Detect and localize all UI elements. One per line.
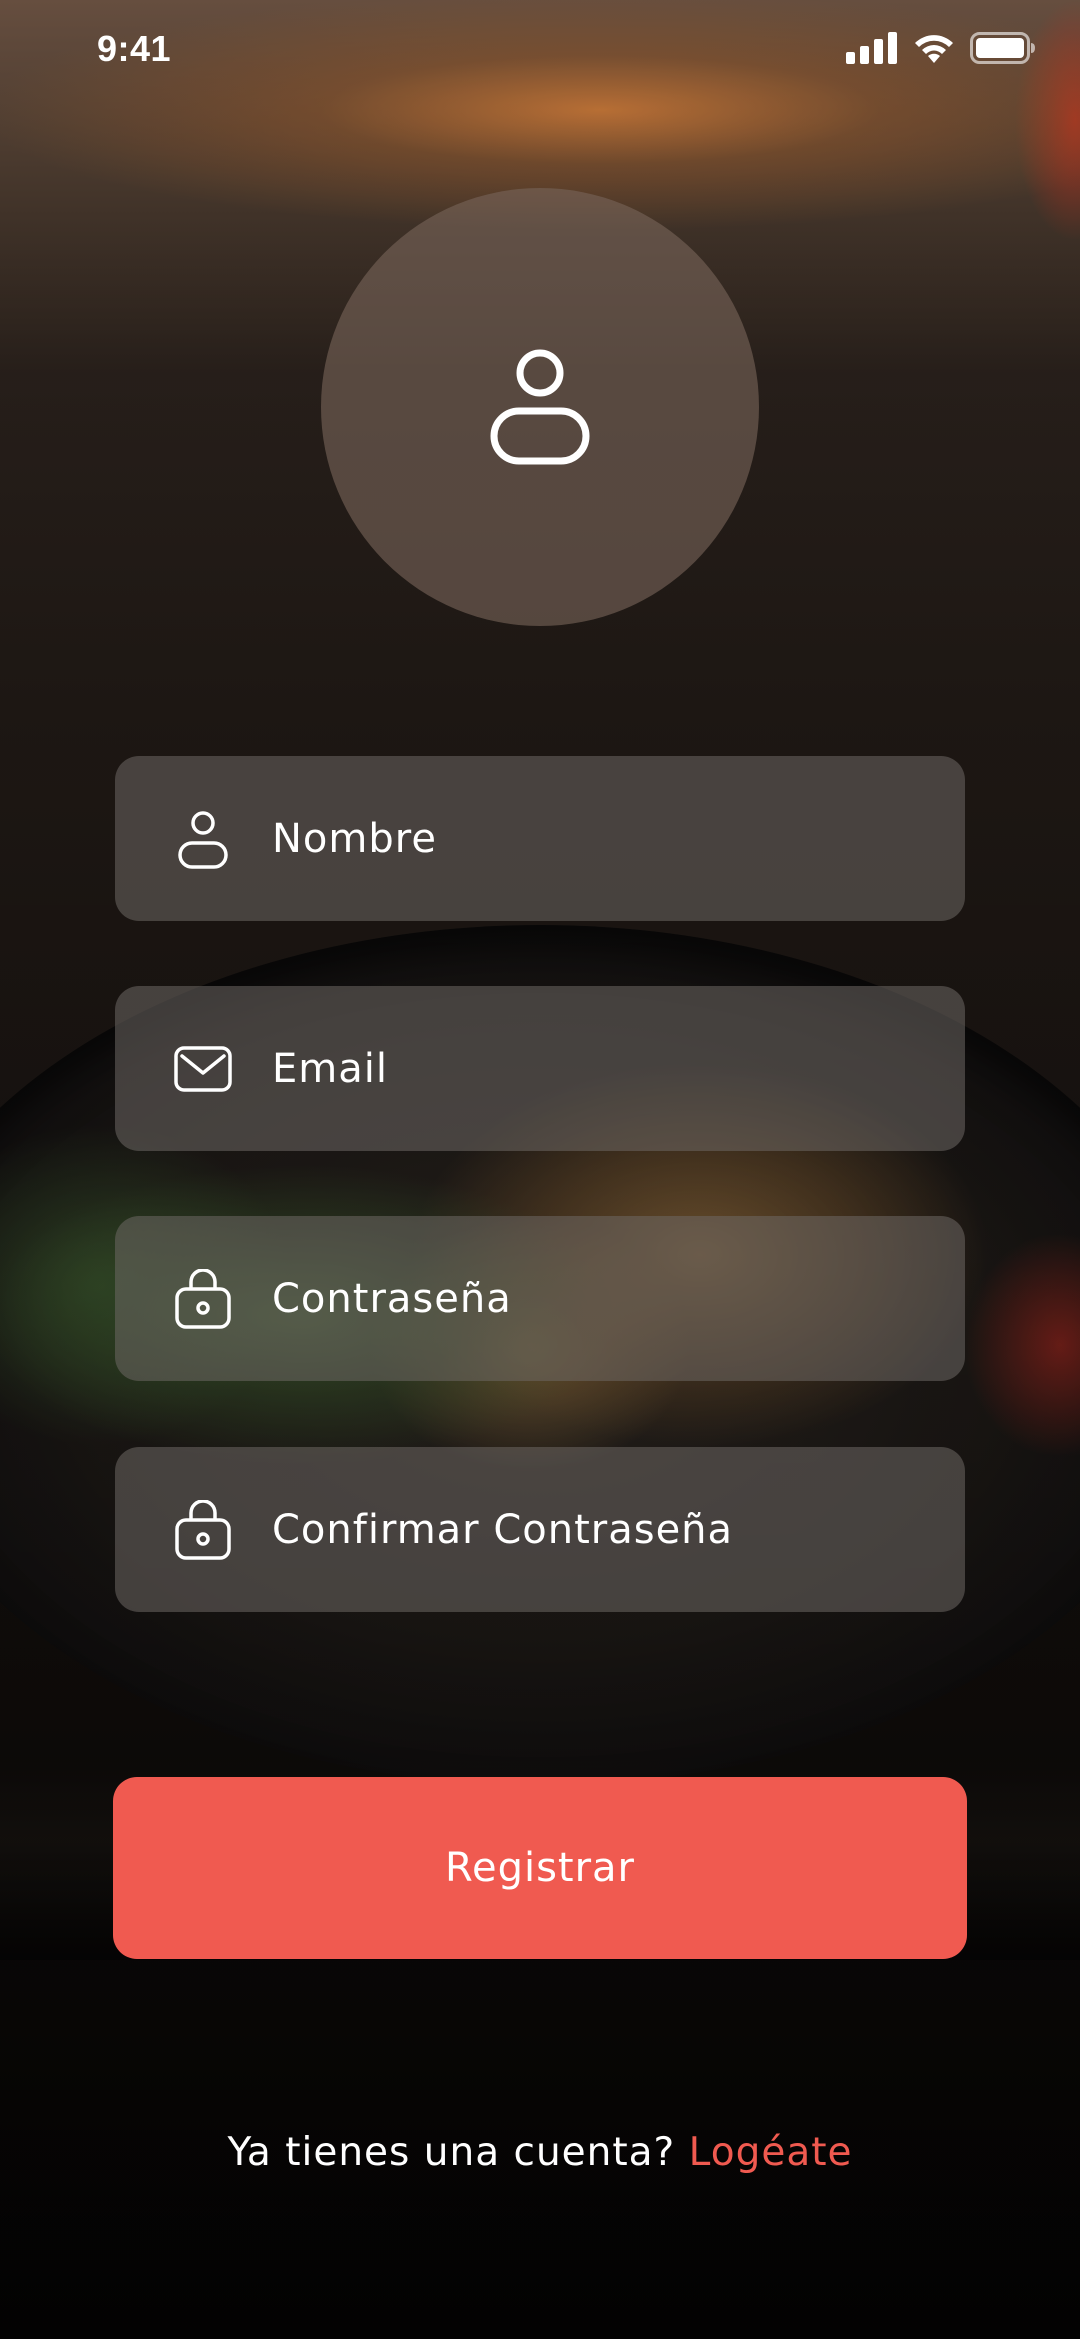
user-icon	[173, 807, 233, 871]
battery-icon	[970, 32, 1036, 68]
lock-icon	[173, 1267, 233, 1331]
password-field[interactable]: Contraseña	[115, 1216, 965, 1381]
avatar-placeholder[interactable]	[321, 188, 759, 626]
email-field-placeholder: Email	[272, 1045, 388, 1092]
status-icons	[846, 32, 1036, 68]
login-link[interactable]: Logéate	[689, 2130, 853, 2175]
status-time: 9:41	[97, 28, 172, 69]
register-screen: 9:41 Nombre Email Contraseña Confirmar C…	[0, 0, 1080, 2339]
user-icon	[488, 343, 592, 471]
password-field-placeholder: Contraseña	[272, 1275, 512, 1322]
login-prompt-text: Ya tienes una cuenta?	[227, 2130, 676, 2175]
status-bar: 9:41	[0, 0, 1080, 100]
name-field[interactable]: Nombre	[115, 756, 965, 921]
wifi-icon	[912, 32, 956, 68]
register-button[interactable]: Registrar	[113, 1777, 967, 1959]
name-field-placeholder: Nombre	[272, 815, 437, 862]
login-prompt: Ya tienes una cuenta? Logéate	[0, 2130, 1080, 2175]
confirm-password-field[interactable]: Confirmar Contraseña	[115, 1447, 965, 1612]
email-field[interactable]: Email	[115, 986, 965, 1151]
lock-icon	[173, 1498, 233, 1562]
cellular-signal-icon	[846, 32, 898, 68]
mail-icon	[173, 1037, 233, 1101]
confirm-password-field-placeholder: Confirmar Contraseña	[272, 1506, 734, 1553]
